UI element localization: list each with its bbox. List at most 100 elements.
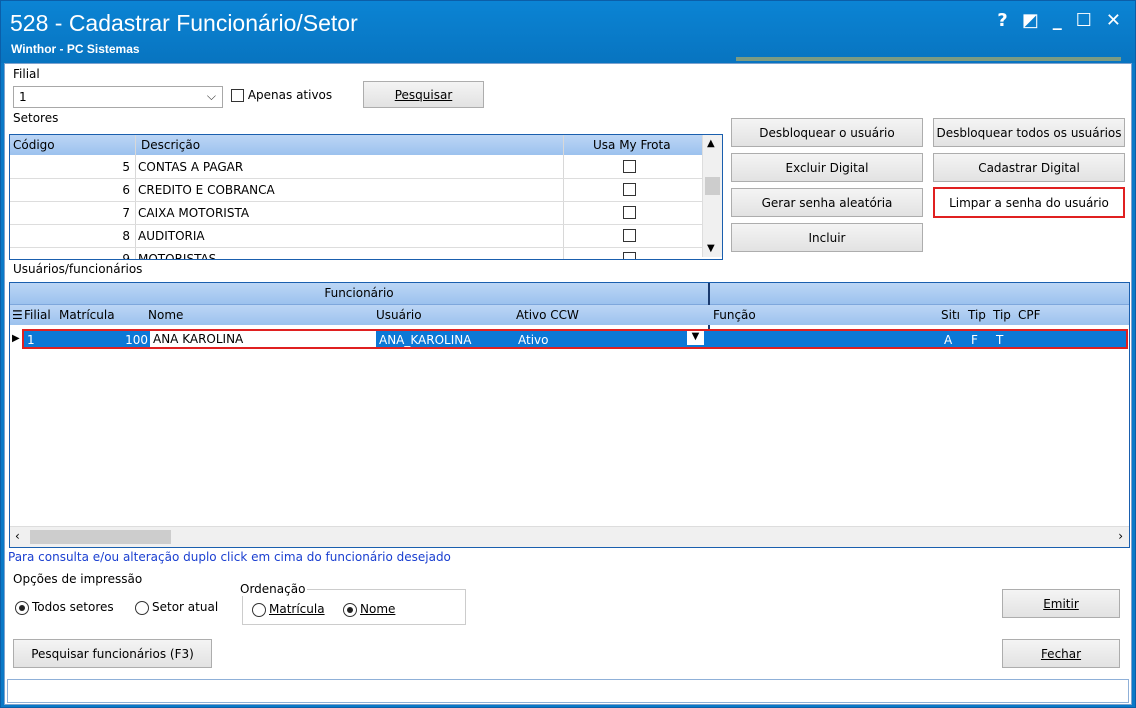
apenas-ativos-checkbox[interactable]: Apenas ativos bbox=[231, 88, 332, 102]
header-descricao[interactable]: Descrição bbox=[141, 138, 200, 152]
header-matricula[interactable]: Matrícula bbox=[59, 308, 115, 322]
setor-codigo: 6 bbox=[122, 183, 130, 197]
radio-icon bbox=[343, 602, 357, 617]
button-label: Gerar senha aleatória bbox=[761, 195, 893, 210]
filial-label: Filial bbox=[13, 67, 40, 81]
setor-descricao: MOTORISTAS bbox=[138, 252, 217, 260]
setores-vertical-scrollbar[interactable]: ▲ ▼ bbox=[702, 135, 722, 257]
setor-row[interactable]: 9 MOTORISTAS bbox=[10, 248, 702, 260]
setores-grid[interactable]: Código Descrição Usa My Frota 5 CONTAS A… bbox=[9, 134, 723, 260]
header-filial[interactable]: Filial bbox=[24, 308, 51, 322]
gerar-senha-button[interactable]: Gerar senha aleatória bbox=[731, 188, 923, 217]
pesquisar-button[interactable]: Pesquisar bbox=[363, 81, 484, 108]
header-funcao[interactable]: Função bbox=[713, 308, 756, 322]
usuarios-label: Usuários/funcionários bbox=[13, 262, 143, 276]
scroll-down-icon[interactable]: ▼ bbox=[707, 243, 715, 254]
button-label: Cadastrar Digital bbox=[978, 160, 1080, 175]
ordenacao-label: Ordenação bbox=[238, 582, 308, 596]
button-label: Emitir bbox=[1043, 596, 1079, 611]
usa-my-frota-checkbox[interactable] bbox=[623, 229, 636, 242]
maximize-icon[interactable]: ☐ bbox=[1076, 10, 1092, 31]
header-ativo-ccw[interactable]: Ativo CCW bbox=[516, 308, 579, 322]
usa-my-frota-checkbox[interactable] bbox=[623, 160, 636, 173]
cell-ativo-ccw[interactable]: Ativo bbox=[518, 333, 548, 347]
incluir-button[interactable]: Incluir bbox=[731, 223, 923, 252]
button-label: Limpar a senha do usuário bbox=[949, 195, 1109, 210]
scroll-left-icon[interactable]: ‹ bbox=[15, 529, 20, 543]
grid-menu-icon[interactable]: ☰ bbox=[12, 308, 23, 322]
scroll-thumb[interactable] bbox=[705, 177, 720, 195]
impressao-label: Opções de impressão bbox=[13, 572, 143, 586]
header-codigo[interactable]: Código bbox=[13, 138, 55, 152]
limpar-senha-button[interactable]: Limpar a senha do usuário bbox=[933, 187, 1125, 218]
minimize-icon[interactable]: _ bbox=[1053, 10, 1062, 31]
cadastrar-digital-button[interactable]: Cadastrar Digital bbox=[933, 153, 1125, 182]
funcionario-band-label: Funcionário bbox=[324, 286, 394, 300]
setor-row[interactable]: 5 CONTAS A PAGAR bbox=[10, 156, 702, 179]
header-cpf[interactable]: CPF bbox=[1018, 308, 1041, 322]
ativo-dropdown-icon[interactable]: ▼ bbox=[687, 331, 704, 345]
button-label: Pesquisar funcionários (F3) bbox=[31, 646, 194, 661]
usuarios-grid[interactable]: Funcionário ☰ Filial Matrícula Nome Usuá… bbox=[9, 282, 1130, 548]
scroll-up-icon[interactable]: ▲ bbox=[707, 138, 715, 149]
status-bar bbox=[7, 679, 1129, 703]
header-tipo1[interactable]: Tip bbox=[968, 308, 986, 322]
scroll-thumb[interactable] bbox=[30, 530, 171, 544]
usa-my-frota-checkbox[interactable] bbox=[623, 183, 636, 196]
usa-my-frota-checkbox[interactable] bbox=[623, 252, 636, 259]
desbloquear-usuario-button[interactable]: Desbloquear o usuário bbox=[731, 118, 923, 147]
header-tipo2[interactable]: Tip bbox=[993, 308, 1011, 322]
close-icon[interactable]: ✕ bbox=[1106, 10, 1121, 31]
radio-icon bbox=[15, 600, 29, 615]
radio-setor-atual[interactable]: Setor atual bbox=[135, 600, 218, 615]
table-row[interactable]: 1 100 ANA KAROLINA ANA_KAROLINA Ativo ▼ … bbox=[22, 329, 1128, 349]
radio-label: Nome bbox=[360, 602, 396, 616]
cell-matricula: 100 bbox=[125, 333, 148, 347]
pesquisar-label: Pesquisar bbox=[394, 87, 453, 102]
header-nome[interactable]: Nome bbox=[148, 308, 183, 322]
funcionario-band: Funcionário bbox=[10, 283, 708, 305]
cell-nome[interactable]: ANA KAROLINA bbox=[150, 331, 376, 347]
restore-layout-icon[interactable]: ◩ bbox=[1022, 10, 1039, 31]
cell-tipo2: T bbox=[996, 333, 1004, 347]
setor-codigo: 9 bbox=[122, 252, 130, 260]
emitir-button[interactable]: Emitir bbox=[1002, 589, 1120, 618]
band-extra bbox=[710, 283, 1129, 305]
header-usuario[interactable]: Usuário bbox=[376, 308, 422, 322]
radio-icon bbox=[252, 602, 266, 617]
app-window: 528 - Cadastrar Funcionário/Setor Wintho… bbox=[0, 0, 1136, 708]
radio-label: Todos setores bbox=[32, 600, 114, 614]
setor-row[interactable]: 8 AUDITORIA bbox=[10, 225, 702, 248]
setor-row[interactable]: 7 CAIXA MOTORISTA bbox=[10, 202, 702, 225]
fechar-button[interactable]: Fechar bbox=[1002, 639, 1120, 668]
radio-label: Matrícula bbox=[269, 602, 325, 616]
excluir-digital-button[interactable]: Excluir Digital bbox=[731, 153, 923, 182]
help-icon[interactable]: ? bbox=[997, 10, 1007, 31]
setor-descricao: CONTAS A PAGAR bbox=[138, 160, 244, 174]
cell-situacao: A bbox=[944, 333, 953, 347]
radio-icon bbox=[135, 600, 149, 615]
usuarios-horizontal-scrollbar[interactable]: ‹ › bbox=[10, 526, 1129, 547]
title-bar: 528 - Cadastrar Funcionário/Setor Wintho… bbox=[1, 1, 1135, 63]
pesquisar-funcionarios-button[interactable]: Pesquisar funcionários (F3) bbox=[13, 639, 212, 668]
header-usa-my-frota[interactable]: Usa My Frota bbox=[593, 138, 671, 152]
radio-label: Setor atual bbox=[152, 600, 219, 614]
radio-todos-setores[interactable]: Todos setores bbox=[15, 600, 114, 615]
setores-header: Código Descrição Usa My Frota bbox=[10, 135, 702, 155]
filial-select[interactable]: 1 ⌵ bbox=[13, 86, 223, 108]
radio-nome[interactable]: Nome bbox=[343, 602, 395, 617]
window-controls: ? ◩ _ ☐ ✕ bbox=[997, 10, 1121, 31]
header-situacao[interactable]: Sitı bbox=[941, 308, 960, 322]
cell-usuario: ANA_KAROLINA bbox=[379, 333, 472, 347]
setor-row[interactable]: 6 CREDITO E COBRANCA bbox=[10, 179, 702, 202]
setores-label: Setores bbox=[13, 111, 59, 125]
button-label: Excluir Digital bbox=[785, 160, 869, 175]
usa-my-frota-checkbox[interactable] bbox=[623, 206, 636, 219]
button-label: Desbloquear o usuário bbox=[759, 125, 895, 140]
apenas-ativos-label: Apenas ativos bbox=[247, 88, 333, 102]
setor-codigo: 8 bbox=[122, 229, 130, 243]
scroll-right-icon[interactable]: › bbox=[1118, 529, 1123, 543]
window-subtitle: Winthor - PC Sistemas bbox=[11, 42, 140, 56]
radio-matricula[interactable]: Matrícula bbox=[252, 602, 325, 617]
desbloquear-todos-button[interactable]: Desbloquear todos os usuários bbox=[933, 118, 1125, 147]
